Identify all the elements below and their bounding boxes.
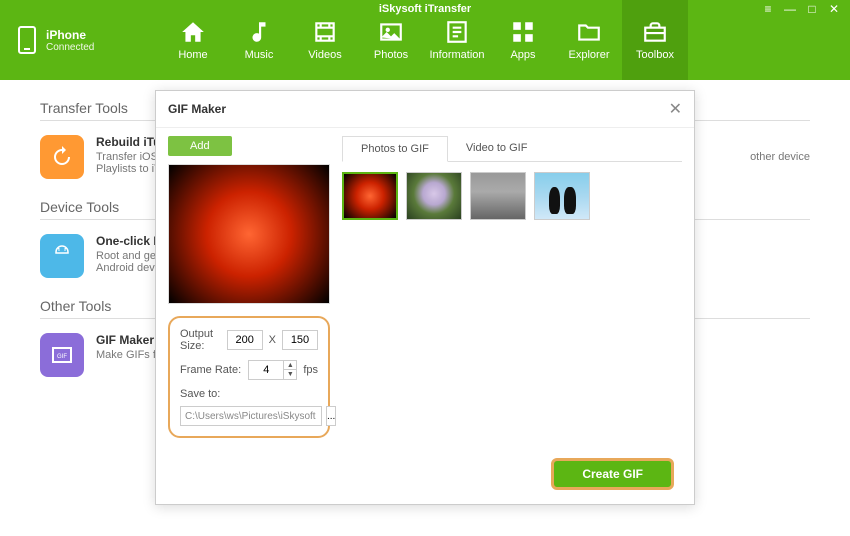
explorer-icon	[576, 19, 602, 45]
rebuild-icon	[40, 135, 84, 179]
chevron-up-icon[interactable]: ▲	[284, 361, 296, 370]
nav-label: Information	[429, 49, 484, 61]
thumbnail[interactable]	[342, 172, 398, 220]
nav-label: Home	[178, 49, 207, 61]
nav-label: Toolbox	[636, 49, 674, 61]
close-window-icon[interactable]: ✕	[826, 2, 842, 16]
tab-video-to-gif[interactable]: Video to GIF	[448, 136, 546, 161]
settings-box: Output Size: X Frame Rate: ▲ ▼ fps	[168, 316, 330, 438]
save-to-label: Save to:	[180, 388, 318, 400]
thumbnail[interactable]	[534, 172, 590, 220]
x-separator: X	[269, 334, 276, 346]
maximize-icon[interactable]: □	[804, 2, 820, 16]
output-height-input[interactable]	[282, 330, 318, 350]
window-controls: ≡ — □ ✕	[760, 2, 842, 16]
tabs: Photos to GIF Video to GIF	[342, 136, 682, 162]
create-gif-button[interactable]: Create GIF	[551, 458, 674, 490]
browse-button[interactable]: ...	[326, 406, 336, 426]
home-icon	[180, 19, 206, 45]
menu-icon[interactable]: ≡	[760, 2, 776, 16]
nav-label: Photos	[374, 49, 408, 61]
photos-icon	[378, 19, 404, 45]
svg-text:GIF: GIF	[57, 354, 67, 360]
modal-header: GIF Maker ✕	[156, 91, 694, 128]
thumbnail-list	[342, 172, 682, 220]
modal-title: GIF Maker	[168, 102, 226, 116]
app-title: iSkysoft iTransfer	[379, 3, 471, 15]
nav-label: Explorer	[569, 49, 610, 61]
thumbnail[interactable]	[470, 172, 526, 220]
tab-photos-to-gif[interactable]: Photos to GIF	[342, 136, 448, 162]
device-name: iPhone	[46, 28, 94, 42]
frame-rate-label: Frame Rate:	[180, 364, 242, 376]
chevron-down-icon[interactable]: ▼	[284, 370, 296, 379]
android-icon	[40, 234, 84, 278]
close-icon[interactable]: ✕	[669, 99, 682, 119]
trailing-text: other device	[750, 151, 810, 163]
output-size-label: Output Size:	[180, 328, 221, 352]
output-width-input[interactable]	[227, 330, 263, 350]
fps-unit: fps	[303, 364, 318, 376]
fps-stepper[interactable]: ▲ ▼	[248, 360, 297, 380]
phone-icon	[18, 26, 36, 54]
title-bar: iSkysoft iTransfer	[0, 0, 850, 18]
music-icon	[246, 19, 272, 45]
device-status: Connected	[46, 42, 94, 53]
apps-icon	[510, 19, 536, 45]
save-path-input[interactable]	[180, 406, 322, 426]
information-icon	[444, 19, 470, 45]
thumbnail[interactable]	[406, 172, 462, 220]
gif-maker-modal: GIF Maker ✕ Add Output Size: X Frame Rat…	[155, 90, 695, 505]
preview-image	[168, 164, 330, 304]
nav-label: Music	[245, 49, 274, 61]
videos-icon	[312, 19, 338, 45]
gif-icon: GIF	[40, 333, 84, 377]
nav-label: Videos	[308, 49, 341, 61]
nav-label: Apps	[510, 49, 535, 61]
fps-input[interactable]	[248, 360, 284, 380]
minimize-icon[interactable]: —	[782, 2, 798, 16]
add-button[interactable]: Add	[168, 136, 232, 156]
toolbox-icon	[642, 19, 668, 45]
